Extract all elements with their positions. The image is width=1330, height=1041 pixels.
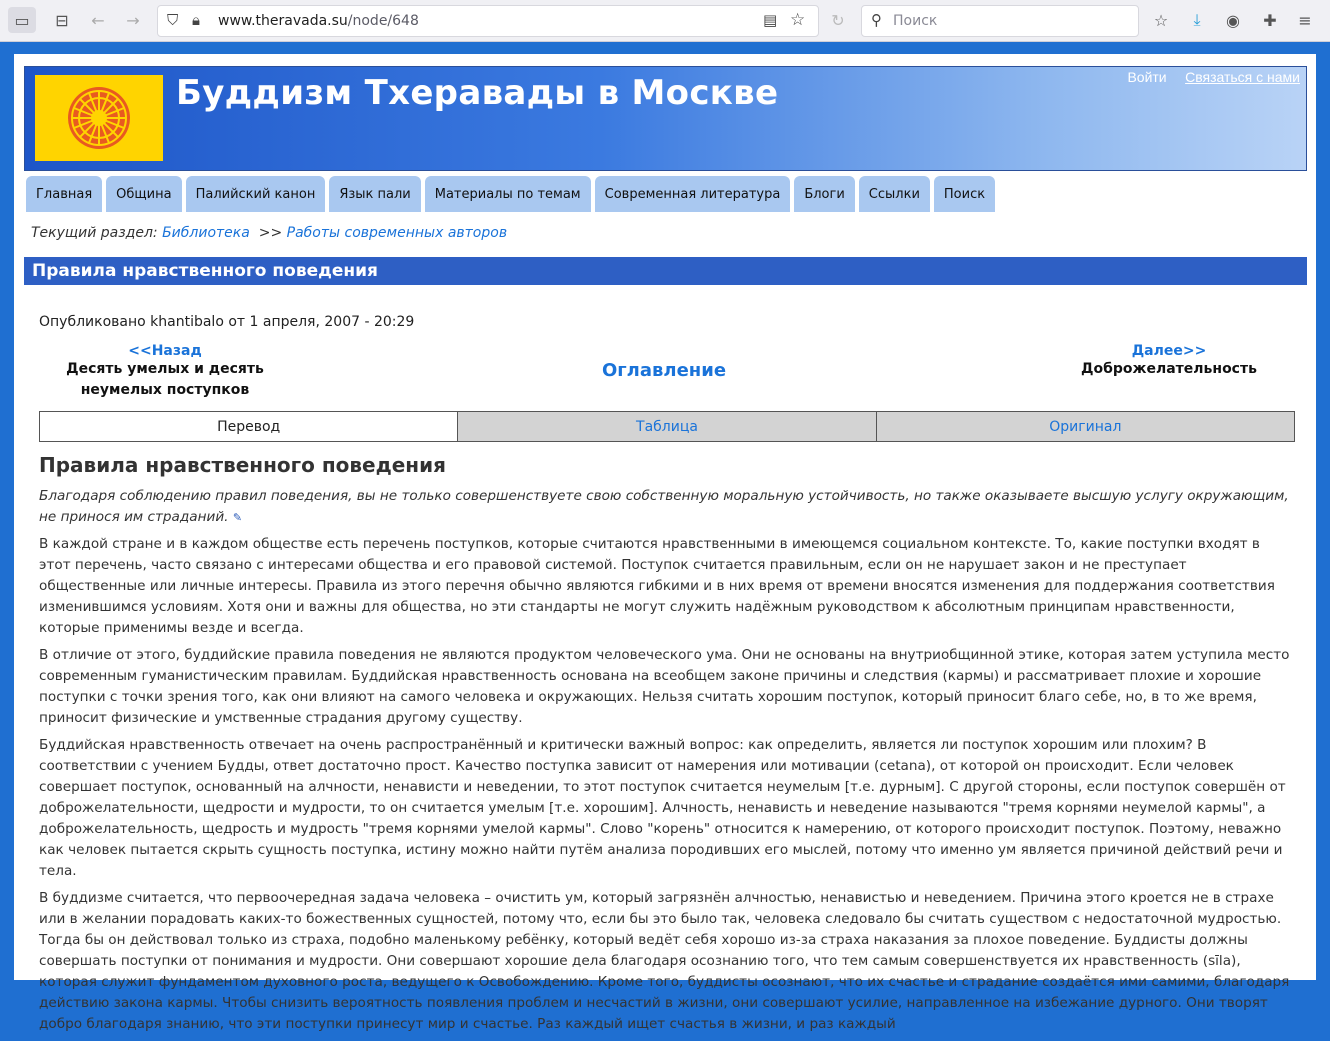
tab-table[interactable]: Таблица	[457, 412, 876, 441]
breadcrumb: Текущий раздел: Библиотека >> Работы сов…	[31, 225, 507, 241]
search-field[interactable]: ⚲ Поиск	[861, 5, 1139, 37]
breadcrumb-library-link[interactable]: Библиотека	[162, 225, 250, 241]
account-avatar-icon[interactable]: ◉	[1219, 7, 1247, 33]
nav-home[interactable]: Главная	[26, 176, 103, 212]
nav-blogs[interactable]: Блоги	[794, 176, 855, 212]
tab-overview-icon[interactable]: ⊟	[48, 7, 76, 33]
menu-icon[interactable]: ≡	[1291, 7, 1319, 33]
search-icon: ⚲	[871, 11, 882, 29]
article-heading: Правила нравственного поведения	[39, 453, 446, 477]
content-tabs: Перевод Таблица Оригинал	[39, 411, 1295, 442]
article-paragraph: Буддийская нравственность отвечает на оч…	[39, 737, 1286, 879]
header-links: Войти Связаться с нами	[1113, 69, 1300, 86]
toc-link[interactable]: Оглавление	[554, 360, 774, 381]
site-header: Буддизм Тхеравады в Москве Войти Связать…	[24, 66, 1307, 171]
prev-nav: <<Назад Десять умелых и десять неумелых …	[54, 343, 276, 401]
page-content: Буддизм Тхеравады в Москве Войти Связать…	[14, 54, 1316, 1032]
footnote-icon[interactable]: ✎	[233, 511, 242, 524]
nav-modern-literature[interactable]: Современная литература	[594, 176, 791, 212]
nav-pali-language[interactable]: Язык пали	[329, 176, 421, 212]
breadcrumb-prefix: Текущий раздел:	[31, 225, 158, 241]
nav-community[interactable]: Община	[106, 176, 182, 212]
sidebar-toggle-icon[interactable]: ▭	[8, 7, 36, 33]
contact-link[interactable]: Связаться с нами	[1185, 69, 1300, 85]
next-link[interactable]: Далее>>	[1054, 343, 1284, 359]
shield-icon[interactable]: ⛉	[167, 13, 178, 28]
downloads-icon[interactable]: ⤓	[1183, 7, 1211, 33]
tab-original[interactable]: Оригинал	[875, 412, 1294, 441]
bookmark-star-icon[interactable]: ☆	[790, 12, 805, 29]
prev-title: Десять умелых и десять неумелых поступко…	[66, 361, 264, 398]
back-icon[interactable]: ←	[84, 7, 112, 33]
nav-topics[interactable]: Материалы по темам	[424, 176, 591, 212]
breadcrumb-modern-authors-link[interactable]: Работы современных авторов	[287, 225, 507, 241]
nav-search[interactable]: Поиск	[933, 176, 996, 212]
article-lead-text: Благодаря соблюдению правил поведения, в…	[39, 488, 1289, 525]
next-title: Доброжелательность	[1081, 361, 1257, 377]
site-title[interactable]: Буддизм Тхеравады в Москве	[176, 73, 778, 113]
page-title-bar: Правила нравственного поведения	[24, 257, 1307, 285]
nav-pali-canon[interactable]: Палийский канон	[185, 176, 326, 212]
breadcrumb-separator: >>	[258, 225, 283, 241]
reload-icon[interactable]: ↻	[824, 7, 852, 33]
browser-toolbar: ▭ ⊟ ← → ⛉ 🔒︎ www.theravada.su/node/648 ▤…	[0, 0, 1330, 42]
dharma-wheel-icon	[68, 87, 130, 149]
article-body: Правила нравственного поведения Благодар…	[39, 451, 1294, 1041]
url-path: /node/648	[347, 13, 419, 29]
article-paragraph: В каждой стране и в каждом обществе есть…	[39, 536, 1275, 636]
forward-icon[interactable]: →	[119, 7, 147, 33]
nav-links[interactable]: Ссылки	[858, 176, 930, 212]
extensions-icon[interactable]: ✚	[1256, 7, 1284, 33]
tab-translation[interactable]: Перевод	[40, 412, 458, 441]
dharma-wheel-logo[interactable]	[35, 75, 163, 161]
prev-link[interactable]: <<Назад	[54, 343, 276, 359]
url-host: www.theravada.su	[218, 13, 348, 29]
article-paragraph: В буддизме считается, что первоочередная…	[39, 890, 1290, 1032]
pocket-icon[interactable]: ☆	[1147, 7, 1175, 33]
lock-icon[interactable]: 🔒︎	[192, 13, 200, 28]
main-nav: Главная Община Палийский канон Язык пали…	[26, 176, 996, 212]
login-link[interactable]: Войти	[1127, 69, 1166, 85]
address-bar[interactable]: ⛉ 🔒︎ www.theravada.su/node/648 ▤ ☆	[157, 5, 819, 37]
search-placeholder: Поиск	[893, 13, 938, 29]
article-paragraph: В отличие от этого, буддийские правила п…	[39, 647, 1290, 726]
reader-mode-icon[interactable]: ▤	[763, 13, 777, 28]
publish-meta: Опубликовано khantibalo от 1 апреля, 200…	[39, 314, 415, 330]
page-title: Правила нравственного поведения	[32, 261, 378, 281]
article-lead: Благодаря соблюдению правил поведения, в…	[39, 486, 1294, 528]
url-text[interactable]: www.theravada.su/node/648	[218, 13, 419, 29]
next-nav: Далее>> Доброжелательность	[1054, 343, 1284, 380]
